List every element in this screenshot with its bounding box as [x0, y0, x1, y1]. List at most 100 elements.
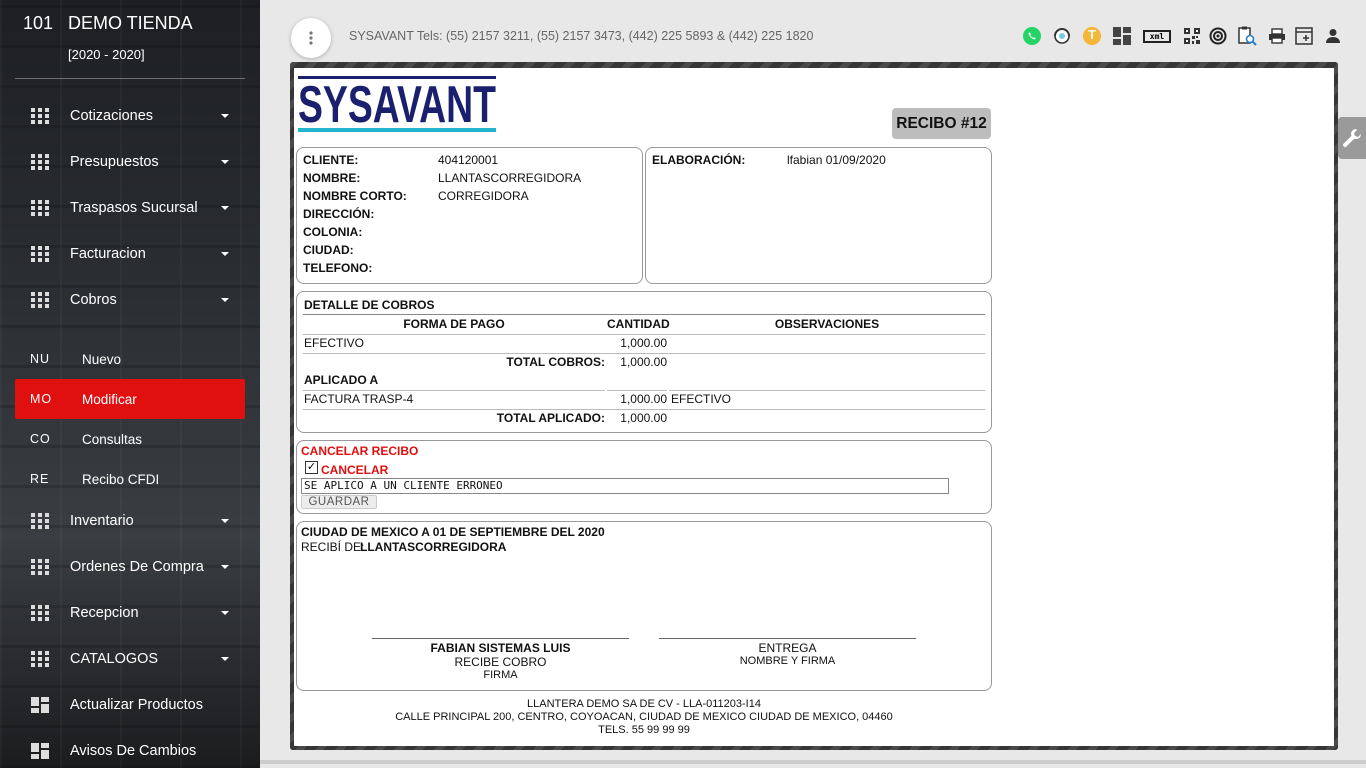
sidebar-item-label: Avisos De Cambios	[70, 743, 197, 759]
signature-line	[659, 638, 916, 639]
grid-icon	[31, 154, 49, 170]
sidebar-item-cotizaciones[interactable]: Cotizaciones	[15, 96, 245, 136]
scrollbar-horizontal[interactable]	[260, 760, 1366, 764]
grid-icon	[31, 605, 49, 621]
address-label: DIRECCIÓN:	[303, 207, 375, 221]
grid-icon	[31, 513, 49, 529]
sidebar-item-facturacion[interactable]: Facturacion	[15, 234, 245, 274]
divider	[607, 390, 667, 391]
elaboration-value: lfabian 01/09/2020	[787, 153, 886, 167]
sidebar-item-label: Cotizaciones	[70, 108, 154, 124]
sidebar-item-label: Facturacion	[70, 246, 146, 262]
applied-title: APLICADO A	[304, 373, 379, 387]
contact-info: SYSAVANT Tels: (55) 2157 3211, (55) 2157…	[349, 29, 814, 43]
col-observations: OBSERVACIONES	[774, 317, 880, 331]
applied-observation: EFECTIVO	[671, 392, 732, 406]
sidebar-item-inventario[interactable]: Inventario	[15, 501, 245, 541]
dashboard-icon	[31, 697, 49, 713]
settings-tab[interactable]	[1338, 117, 1366, 159]
receiver-name: FABIAN SISTEMAS LUIS	[430, 641, 571, 655]
grid-icon	[31, 651, 49, 667]
target-icon[interactable]	[1208, 26, 1228, 46]
top-bar: SYSAVANT Tels: (55) 2157 3211, (55) 2157…	[260, 0, 1366, 70]
caret-down-icon	[221, 657, 229, 661]
sidebar-item-traspasos[interactable]: Traspasos Sucursal	[15, 188, 245, 228]
sidebar-subitem-consultas[interactable]: CO Consultas	[15, 419, 245, 459]
city-label: CIUDAD:	[303, 243, 354, 257]
short-name-label: NOMBRE CORTO:	[303, 189, 407, 203]
logo-text: SYSAVANT	[298, 76, 496, 134]
applied-amount: 1,000.00	[620, 392, 667, 406]
col-amount: CANTIDAD	[607, 317, 670, 331]
sidebar-item-actualizar-productos[interactable]: Actualizar Productos	[15, 685, 245, 725]
report-search-icon[interactable]	[1237, 26, 1257, 46]
cancel-title: CANCELAR RECIBO	[301, 444, 419, 458]
user-initial: T	[1088, 27, 1096, 42]
company-name: LLANTERA DEMO SA DE CV - LLA-011203-I14	[527, 698, 761, 710]
caret-down-icon	[221, 298, 229, 302]
sidebar-item-label: Cobros	[70, 292, 117, 308]
sidebar-item-label: Ordenes De Compra	[70, 559, 204, 575]
subitem-abbr: RE	[30, 472, 50, 486]
dashboard-icon	[31, 743, 49, 759]
subitem-label: Nuevo	[82, 351, 122, 367]
xml-icon[interactable]: xml	[1142, 26, 1172, 46]
short-name-value: CORREGIDORA	[438, 189, 529, 203]
divider	[669, 390, 985, 391]
sidebar-item-ordenes-compra[interactable]: Ordenes De Compra	[15, 547, 245, 587]
client-label: CLIENTE:	[303, 153, 359, 167]
receiver-signature-label: FIRMA	[483, 669, 518, 681]
qr-icon[interactable]	[1182, 26, 1202, 46]
total-applied-label: TOTAL APLICADO:	[496, 411, 605, 425]
subitem-label: Recibo CFDI	[82, 471, 160, 487]
total-payments-value: 1,000.00	[620, 355, 667, 369]
receipt-number-badge: RECIBO #12	[892, 108, 991, 139]
store-name: DEMO TIENDA	[68, 13, 193, 33]
store-number: 101	[23, 13, 54, 33]
name-label: NOMBRE:	[303, 171, 361, 185]
payment-amount-value: 1,000.00	[620, 336, 667, 350]
user-initial-icon[interactable]: T	[1082, 26, 1102, 46]
sidebar-item-recepcion[interactable]: Recepcion	[15, 593, 245, 633]
applied-document: FACTURA TRASP-4	[304, 392, 414, 406]
support-icon[interactable]	[1052, 26, 1072, 46]
store-header: 101 DEMO TIENDA [2020 - 2020]	[0, 0, 260, 80]
sidebar-subitem-recibo-cfdi[interactable]: RE Recibo CFDI	[15, 459, 245, 499]
divider	[303, 390, 605, 391]
person-icon[interactable]	[1323, 26, 1343, 46]
sidebar-item-label: Actualizar Productos	[70, 697, 203, 713]
total-applied-value: 1,000.00	[620, 411, 667, 425]
cancel-checkbox[interactable]: ✓	[305, 461, 318, 474]
caret-down-icon	[221, 114, 229, 118]
client-value: 404120001	[438, 153, 499, 167]
more-menu-button[interactable]	[291, 18, 331, 58]
save-button[interactable]: GUARDAR	[301, 495, 377, 509]
sidebar-subitem-modificar[interactable]: MO Modificar	[15, 379, 245, 419]
divider	[303, 353, 985, 354]
dashboard-icon[interactable]	[1112, 26, 1132, 46]
company-address: CALLE PRINCIPAL 200, CENTRO, COYOACAN, C…	[395, 711, 893, 723]
detail-title: DETALLE DE COBROS	[304, 298, 435, 312]
sidebar-item-catalogos[interactable]: CATALOGOS	[15, 639, 245, 679]
grid-icon	[31, 246, 49, 262]
sidebar-item-avisos-cambios[interactable]: Avisos De Cambios	[15, 731, 245, 768]
sidebar-subitem-nuevo[interactable]: NU Nuevo	[15, 339, 245, 379]
cancel-reason-input[interactable]: SE APLICO A UN CLIENTE ERRONEO	[301, 478, 949, 494]
sidebar-item-label: Inventario	[70, 513, 134, 529]
caret-down-icon	[221, 160, 229, 164]
kebab-icon	[309, 31, 313, 45]
divider	[303, 314, 985, 315]
divider	[15, 78, 245, 79]
place-date: CIUDAD DE MEXICO A 01 DE SEPTIEMBRE DEL …	[301, 525, 605, 539]
caret-down-icon	[221, 519, 229, 523]
sidebar-item-label: Recepcion	[70, 605, 139, 621]
subitem-abbr: MO	[30, 392, 53, 406]
new-window-icon[interactable]	[1294, 26, 1314, 46]
print-icon[interactable]	[1267, 26, 1287, 46]
whatsapp-icon[interactable]	[1022, 26, 1042, 46]
sidebar-item-cobros[interactable]: Cobros	[15, 280, 245, 320]
sidebar-item-presupuestos[interactable]: Presupuestos	[15, 142, 245, 182]
company-phone: TELS. 55 99 99 99	[598, 724, 690, 736]
phone-label: TELEFONO:	[303, 261, 373, 275]
grid-icon	[31, 200, 49, 216]
